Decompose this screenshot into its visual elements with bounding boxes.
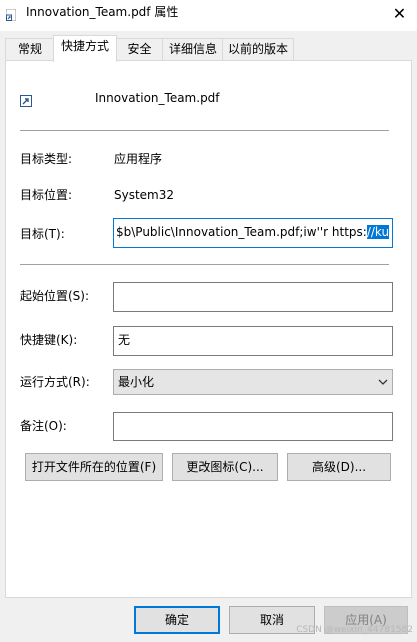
run-select-value: 最小化 xyxy=(118,375,155,389)
pdf-shortcut-icon xyxy=(6,9,16,21)
tab-general[interactable]: 常规 xyxy=(5,38,55,60)
change-icon-button[interactable]: 更改图标(C)... xyxy=(172,453,278,481)
run-select[interactable]: 最小化 xyxy=(113,369,393,395)
close-button[interactable]: ✕ xyxy=(382,0,417,28)
target-type-value: 应用程序 xyxy=(114,152,163,166)
tab-security[interactable]: 安全 xyxy=(115,38,164,60)
window-title: Innovation_Team.pdf 属性 xyxy=(26,5,179,19)
shortcut-key-input[interactable]: 无 xyxy=(113,326,393,356)
target-location-label: 目标位置: xyxy=(20,188,73,202)
advanced-button[interactable]: 高级(D)... xyxy=(287,453,391,481)
open-file-location-button[interactable]: 打开文件所在的位置(F) xyxy=(25,453,163,481)
shortcut-file-icon xyxy=(20,95,32,107)
shortcut-key-value: 无 xyxy=(118,333,131,347)
separator xyxy=(20,130,389,131)
comment-value xyxy=(114,413,392,419)
target-input-selection: //ku xyxy=(366,225,390,239)
target-type-label: 目标类型: xyxy=(20,152,73,166)
ok-button[interactable]: 确定 xyxy=(134,606,220,634)
target-location-value: System32 xyxy=(114,188,175,202)
tab-shortcut[interactable]: 快捷方式 xyxy=(53,35,117,62)
comment-label: 备注(O): xyxy=(20,419,67,433)
close-icon: ✕ xyxy=(392,4,407,23)
start-in-input[interactable] xyxy=(113,282,393,312)
start-in-value xyxy=(114,283,392,289)
shortcut-key-label: 快捷键(K): xyxy=(20,333,78,347)
comment-input[interactable] xyxy=(113,412,393,441)
watermark: CSDN @weixin_44781582 xyxy=(296,625,413,635)
tab-previous-versions[interactable]: 以前的版本 xyxy=(222,38,294,60)
file-name: Innovation_Team.pdf xyxy=(95,91,220,105)
separator xyxy=(20,264,389,265)
target-label: 目标(T): xyxy=(20,227,65,241)
target-input-text: $b\Public\Innovation_Team.pdf;iw''r http… xyxy=(116,225,367,239)
tab-details[interactable]: 详细信息 xyxy=(162,38,224,60)
target-input[interactable]: $b\Public\Innovation_Team.pdf;iw''r http… xyxy=(113,218,393,248)
chevron-down-icon xyxy=(378,379,388,385)
run-label: 运行方式(R): xyxy=(20,375,90,389)
start-in-label: 起始位置(S): xyxy=(20,289,90,303)
